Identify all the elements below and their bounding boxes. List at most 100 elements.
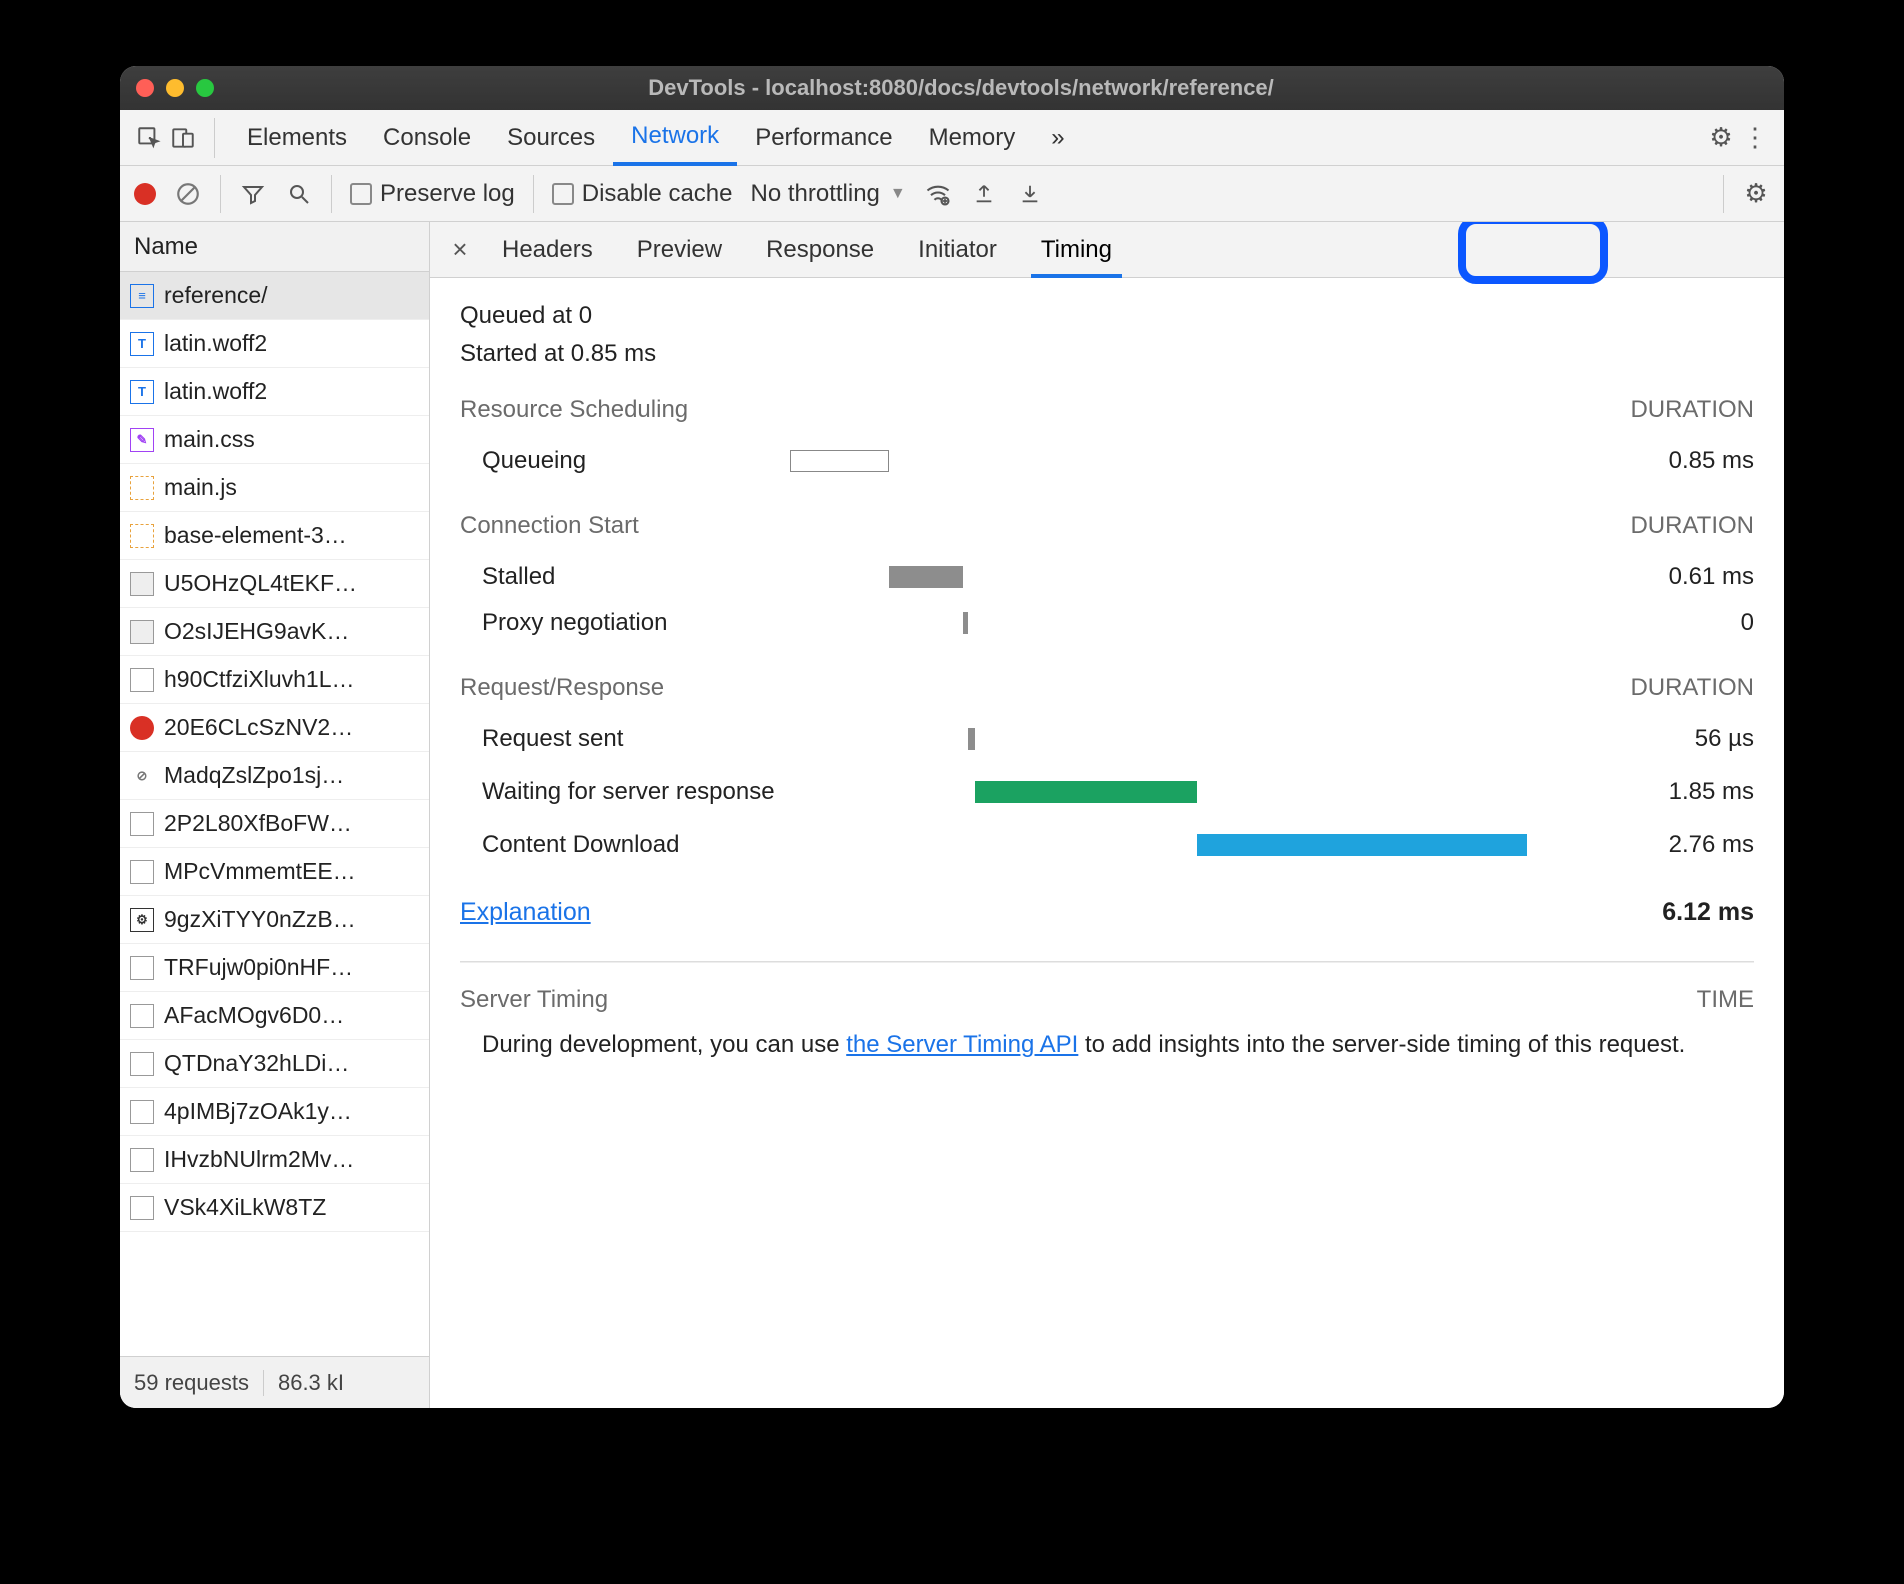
request-name: latin.woff2 xyxy=(164,378,267,405)
timing-bar-track xyxy=(790,564,1614,590)
more-menu-icon[interactable]: ⋮ xyxy=(1738,121,1772,155)
request-row[interactable]: base-element-3… xyxy=(120,512,429,560)
device-toolbar-icon[interactable] xyxy=(166,121,200,155)
timing-label: Stalled xyxy=(460,563,790,591)
column-header-name[interactable]: Name xyxy=(120,222,429,272)
duration-label: DURATION xyxy=(1630,674,1754,702)
request-name: 4pIMBj7zOAk1y… xyxy=(164,1098,352,1125)
timing-panel: Queued at 0 Started at 0.85 ms Resource … xyxy=(430,278,1784,1408)
panel-body: Name ≡reference/Tlatin.woff2Tlatin.woff2… xyxy=(120,222,1784,1408)
detail-tab-response[interactable]: Response xyxy=(744,222,896,277)
request-name: 2P2L80XfBoFW… xyxy=(164,810,352,837)
request-row[interactable]: VSk4XiLkW8TZ xyxy=(120,1184,429,1232)
timing-bar-track xyxy=(790,832,1614,858)
file-type-icon xyxy=(130,668,154,692)
tab-memory[interactable]: Memory xyxy=(911,110,1034,165)
filter-icon[interactable] xyxy=(239,180,267,208)
request-name: QTDnaY32hLDi… xyxy=(164,1050,349,1077)
timing-bar-track xyxy=(790,448,1614,474)
clear-icon[interactable] xyxy=(174,180,202,208)
file-type-icon xyxy=(130,620,154,644)
request-name: h90CtfziXluvh1L… xyxy=(164,666,355,693)
detail-tab-preview[interactable]: Preview xyxy=(615,222,744,277)
request-row[interactable]: 2P2L80XfBoFW… xyxy=(120,800,429,848)
record-button-icon[interactable] xyxy=(134,183,156,205)
request-row[interactable]: ⊘ MadqZslZpo1sj… xyxy=(120,752,429,800)
throttling-select[interactable]: No throttling ▼ xyxy=(750,180,905,208)
file-type-icon: ≡ xyxy=(130,284,154,308)
request-row[interactable]: U5OHzQL4tEKF… xyxy=(120,560,429,608)
request-row[interactable]: IHvzbNUlrm2Mv… xyxy=(120,1136,429,1184)
request-row[interactable]: MPcVmmemtEE… xyxy=(120,848,429,896)
server-timing-api-link[interactable]: the Server Timing API xyxy=(846,1031,1078,1058)
annotation-highlight xyxy=(1458,222,1608,284)
request-row[interactable]: QTDnaY32hLDi… xyxy=(120,1040,429,1088)
timing-bar xyxy=(1197,834,1527,856)
checkbox-icon xyxy=(350,183,372,205)
file-type-icon xyxy=(130,1100,154,1124)
window-title: DevTools - localhost:8080/docs/devtools/… xyxy=(154,75,1768,101)
duration-label: DURATION xyxy=(1630,512,1754,540)
tab-console[interactable]: Console xyxy=(365,110,489,165)
disable-cache-checkbox[interactable]: Disable cache xyxy=(552,180,733,208)
network-conditions-icon[interactable] xyxy=(924,180,952,208)
detail-tab-initiator[interactable]: Initiator xyxy=(896,222,1019,277)
network-settings-gear-icon[interactable]: ⚙ xyxy=(1742,180,1770,208)
preserve-log-checkbox[interactable]: Preserve log xyxy=(350,180,515,208)
search-icon[interactable] xyxy=(285,180,313,208)
request-row[interactable]: 4pIMBj7zOAk1y… xyxy=(120,1088,429,1136)
timing-bar-track xyxy=(790,779,1614,805)
import-har-icon[interactable] xyxy=(970,180,998,208)
tab-sources[interactable]: Sources xyxy=(489,110,613,165)
timing-value: 56 µs xyxy=(1614,725,1754,753)
request-detail: × HeadersPreviewResponseInitiatorTiming … xyxy=(430,222,1784,1408)
request-row[interactable]: ≡reference/ xyxy=(120,272,429,320)
close-window-icon[interactable] xyxy=(136,79,154,97)
file-type-icon xyxy=(130,572,154,596)
request-row[interactable]: h90CtfziXluvh1L… xyxy=(120,656,429,704)
total-time: 6.12 ms xyxy=(1662,898,1754,927)
timing-bar-track xyxy=(790,726,1614,752)
file-type-icon: ⚙ xyxy=(130,908,154,932)
server-timing-time-label: TIME xyxy=(1697,986,1754,1014)
request-row[interactable]: AFacMOgv6D0… xyxy=(120,992,429,1040)
request-row[interactable]: ✎main.css xyxy=(120,416,429,464)
request-name: IHvzbNUlrm2Mv… xyxy=(164,1146,354,1173)
detail-tab-headers[interactable]: Headers xyxy=(480,222,615,277)
request-row[interactable]: Tlatin.woff2 xyxy=(120,320,429,368)
timing-label: Proxy negotiation xyxy=(460,609,790,637)
export-har-icon[interactable] xyxy=(1016,180,1044,208)
settings-gear-icon[interactable]: ⚙ xyxy=(1704,121,1738,155)
file-type-icon xyxy=(130,1196,154,1220)
detail-tab-bar: × HeadersPreviewResponseInitiatorTiming xyxy=(430,222,1784,278)
tab-network[interactable]: Network xyxy=(613,111,737,166)
started-at: Started at 0.85 ms xyxy=(460,340,1754,368)
file-type-icon: ⊘ xyxy=(130,764,154,788)
tab-performance[interactable]: Performance xyxy=(737,110,910,165)
request-row[interactable]: ⚙9gzXiTYY0nZzB… xyxy=(120,896,429,944)
status-bar: 59 requests 86.3 kI xyxy=(120,1356,429,1408)
request-name: AFacMOgv6D0… xyxy=(164,1002,344,1029)
timing-bar xyxy=(889,566,963,588)
timing-value: 2.76 ms xyxy=(1614,831,1754,859)
explanation-link[interactable]: Explanation xyxy=(460,898,591,927)
tab-overflow[interactable]: » xyxy=(1033,110,1082,165)
request-row[interactable]: 20E6CLcSzNV2… xyxy=(120,704,429,752)
preserve-log-label: Preserve log xyxy=(380,180,515,208)
timing-bar xyxy=(975,781,1197,803)
close-detail-icon[interactable]: × xyxy=(440,234,480,265)
devtools-window: DevTools - localhost:8080/docs/devtools/… xyxy=(120,66,1784,1408)
file-type-icon xyxy=(130,1052,154,1076)
request-row[interactable]: main.js xyxy=(120,464,429,512)
request-name: MadqZslZpo1sj… xyxy=(164,762,344,789)
divider xyxy=(460,961,1754,962)
file-type-icon: T xyxy=(130,332,154,356)
request-row[interactable]: TRFujw0pi0nHF… xyxy=(120,944,429,992)
timing-label: Content Download xyxy=(460,831,790,859)
tab-elements[interactable]: Elements xyxy=(229,110,365,165)
detail-tab-timing[interactable]: Timing xyxy=(1019,222,1134,277)
request-row[interactable]: O2sIJEHG9avK… xyxy=(120,608,429,656)
request-row[interactable]: Tlatin.woff2 xyxy=(120,368,429,416)
file-type-icon xyxy=(130,476,154,500)
inspect-element-icon[interactable] xyxy=(132,121,166,155)
